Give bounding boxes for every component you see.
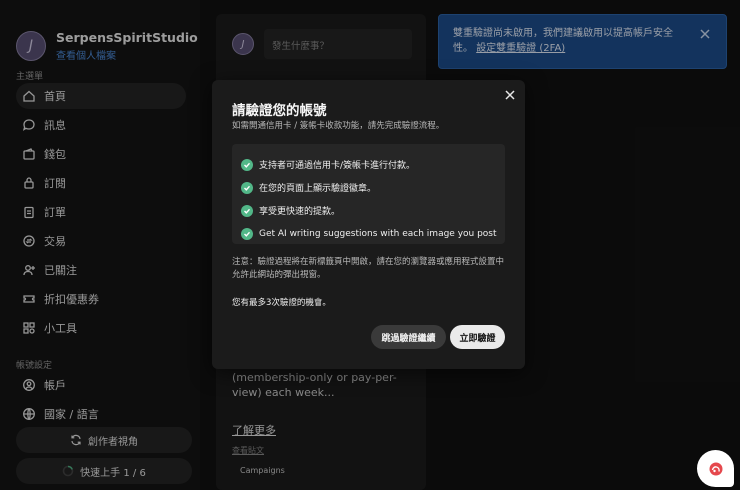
help-chat-button[interactable] — [697, 450, 734, 487]
benefit-text: 在您的頁面上顯示驗證徽章。 — [259, 184, 377, 194]
verify-account-dialog: 請驗證您的帳號 如需開通信用卡 / 簽帳卡收款功能，請先完成驗證流程。 支持者可… — [212, 80, 525, 369]
dialog-subtitle: 如需開通信用卡 / 簽帳卡收款功能，請先完成驗證流程。 — [232, 121, 445, 131]
skip-verification-button[interactable]: 跳過驗證繼續 — [371, 325, 446, 349]
check-circle-icon — [241, 204, 253, 217]
benefits-list: 支持者可通過信用卡/簽帳卡進行付款。 在您的頁面上顯示驗證徽章。 享受更快速的提… — [232, 144, 505, 244]
check-circle-icon — [241, 158, 253, 171]
check-circle-icon — [241, 227, 253, 240]
close-icon[interactable] — [504, 89, 516, 101]
verify-now-button[interactable]: 立即驗證 — [450, 325, 505, 349]
benefit-text: Get AI writing suggestions with each ima… — [259, 228, 497, 239]
list-item: Get AI writing suggestions with each ima… — [241, 222, 505, 245]
attempts-notice: 您有最多3次驗證的機會。 — [232, 298, 331, 308]
list-item: 支持者可通過信用卡/簽帳卡進行付款。 — [241, 153, 505, 176]
list-item: 享受更快速的提款。 — [241, 199, 505, 222]
popup-note: 注意：驗證過程將在新標籤頁中開啟，請在您的瀏覽器或應用程式設置中允許此網站的彈出… — [232, 257, 505, 280]
benefit-text: 享受更快速的提款。 — [259, 207, 341, 217]
benefit-text: 支持者可通過信用卡/簽帳卡進行付款。 — [259, 161, 416, 171]
check-circle-icon — [241, 181, 253, 194]
list-item: 在您的頁面上顯示驗證徽章。 — [241, 176, 505, 199]
chat-support-icon — [709, 462, 722, 475]
dialog-title: 請驗證您的帳號 — [232, 103, 327, 119]
